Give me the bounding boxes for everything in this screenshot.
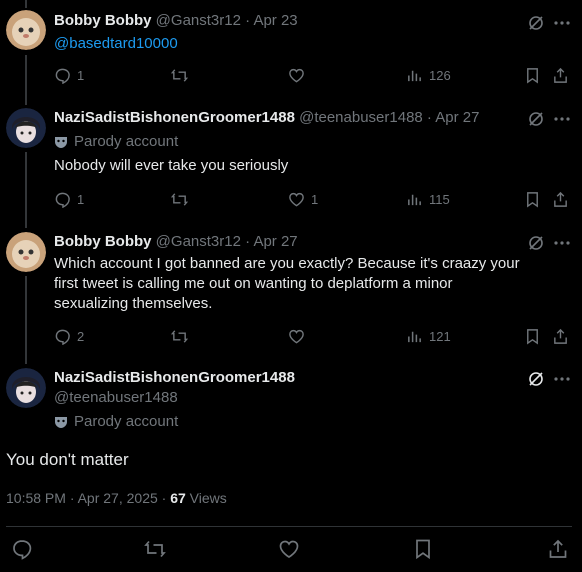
reply-icon xyxy=(55,192,70,208)
more-icon[interactable] xyxy=(553,14,571,32)
reply-count: 1 xyxy=(77,67,85,83)
reply-count: 1 xyxy=(77,191,85,207)
reply-icon xyxy=(55,329,70,345)
views-label: Views xyxy=(185,490,227,506)
author-name[interactable]: NaziSadistBishonenGroomer1488 xyxy=(54,369,295,386)
views-button[interactable]: 121 xyxy=(406,326,451,346)
parody-label: Parody account xyxy=(54,133,178,150)
bookmark-button[interactable] xyxy=(524,65,541,85)
views-icon xyxy=(408,331,421,342)
reply-button[interactable]: 1 xyxy=(54,65,84,85)
share-icon xyxy=(554,191,567,207)
tweet-text: Which account I got banned are you exact… xyxy=(54,255,520,312)
author-name[interactable]: Bobby Bobby xyxy=(54,12,152,29)
timestamp[interactable]: 10:58 PM · Apr 27, 2025 · xyxy=(6,490,170,506)
tweet[interactable]: Bobby Bobby @Ganst3r12 · Apr 23 @basedta… xyxy=(0,0,582,100)
author-handle[interactable]: @teenabuser1488 · Apr 27 xyxy=(299,109,479,126)
author-name[interactable]: Bobby Bobby xyxy=(54,233,152,250)
retweet-button[interactable] xyxy=(144,538,166,560)
views-button[interactable]: 126 xyxy=(406,65,451,85)
tweet-text: Nobody will ever take you seriously xyxy=(54,157,289,174)
tweet-actions: 1 126 xyxy=(54,65,574,85)
bookmark-icon xyxy=(527,67,538,83)
main-tweet-text: You don't matter xyxy=(6,450,129,469)
tweet-header: Bobby Bobby @Ganst3r12 · Apr 23 xyxy=(54,12,298,29)
bookmark-button[interactable] xyxy=(412,538,434,560)
avatar[interactable] xyxy=(6,368,46,408)
reply-count: 2 xyxy=(77,328,85,344)
author-handle[interactable]: @Ganst3r12 · Apr 23 xyxy=(156,12,298,29)
views-button[interactable]: 115 xyxy=(406,189,450,209)
views-count: 67 xyxy=(170,490,186,506)
bookmark-icon xyxy=(416,539,430,560)
reply-button[interactable]: 2 xyxy=(54,326,84,346)
grok-icon[interactable] xyxy=(528,235,544,251)
more-icon[interactable] xyxy=(553,234,571,252)
reply-icon xyxy=(13,540,32,560)
retweet-button[interactable] xyxy=(171,326,188,346)
share-button[interactable] xyxy=(552,65,569,85)
reply-icon xyxy=(55,68,70,84)
tweet[interactable]: NaziSadistBishonenGroomer1488 @teenabuse… xyxy=(0,100,582,224)
heart-icon xyxy=(289,192,304,206)
retweet-icon xyxy=(171,192,188,206)
parody-label: Parody account xyxy=(54,413,178,430)
divider xyxy=(6,526,572,527)
retweet-icon xyxy=(171,329,188,343)
parody-text: Parody account xyxy=(74,133,179,150)
heart-icon xyxy=(289,329,304,343)
more-icon[interactable] xyxy=(553,110,571,128)
like-button[interactable] xyxy=(288,326,305,346)
tweet-meta: 10:58 PM · Apr 27, 2025 · 67 Views xyxy=(6,490,227,506)
like-count: 1 xyxy=(311,191,319,207)
retweet-button[interactable] xyxy=(171,189,188,209)
heart-icon xyxy=(279,540,299,558)
mask-icon xyxy=(55,416,67,428)
like-button[interactable] xyxy=(288,65,305,85)
share-icon xyxy=(549,539,567,558)
tweet-header: NaziSadistBishonenGroomer1488 @teenabuse… xyxy=(54,109,479,126)
bookmark-button[interactable] xyxy=(524,189,541,209)
share-button[interactable] xyxy=(552,189,569,209)
more-icon[interactable] xyxy=(553,370,571,388)
parody-text: Parody account xyxy=(74,413,179,430)
views-count: 121 xyxy=(429,328,451,344)
views-count: 126 xyxy=(429,67,451,83)
share-button[interactable] xyxy=(552,326,569,346)
bookmark-button[interactable] xyxy=(524,326,541,346)
author-name[interactable]: NaziSadistBishonenGroomer1488 xyxy=(54,109,295,126)
tweet-text: @basedtard10000 xyxy=(54,34,524,54)
like-button[interactable] xyxy=(278,538,300,560)
retweet-icon xyxy=(171,68,188,82)
heart-icon xyxy=(289,68,304,82)
grok-icon[interactable] xyxy=(528,15,544,31)
views-icon xyxy=(408,194,421,205)
mask-icon xyxy=(55,136,67,148)
share-icon xyxy=(554,67,567,83)
author-handle[interactable]: @Ganst3r12 · Apr 27 xyxy=(156,233,298,250)
share-button[interactable] xyxy=(547,538,569,560)
views-icon xyxy=(408,70,421,81)
tweet-actions: 1 1 115 xyxy=(54,189,574,209)
share-icon xyxy=(554,328,567,344)
bookmark-icon xyxy=(527,191,538,207)
tweet-actions: 2 121 xyxy=(54,326,574,346)
reply-button[interactable]: 1 xyxy=(54,189,84,209)
grok-icon[interactable] xyxy=(528,111,544,127)
avatar[interactable] xyxy=(6,232,46,272)
like-button[interactable]: 1 xyxy=(288,189,318,209)
retweet-button[interactable] xyxy=(171,65,188,85)
bookmark-icon xyxy=(527,328,538,344)
main-tweet-actions xyxy=(0,538,582,562)
grok-icon[interactable] xyxy=(528,371,544,387)
tweet[interactable]: Bobby Bobby @Ganst3r12 · Apr 27 Which ac… xyxy=(0,224,582,364)
retweet-icon xyxy=(144,540,166,558)
avatar[interactable] xyxy=(6,108,46,148)
author-handle[interactable]: @teenabuser1488 xyxy=(54,389,178,406)
tweet-header: Bobby Bobby @Ganst3r12 · Apr 27 xyxy=(54,233,298,250)
mention-link[interactable]: @basedtard10000 xyxy=(54,35,178,52)
avatar[interactable] xyxy=(6,10,46,50)
reply-button[interactable] xyxy=(11,538,33,560)
views-count: 115 xyxy=(429,191,450,207)
